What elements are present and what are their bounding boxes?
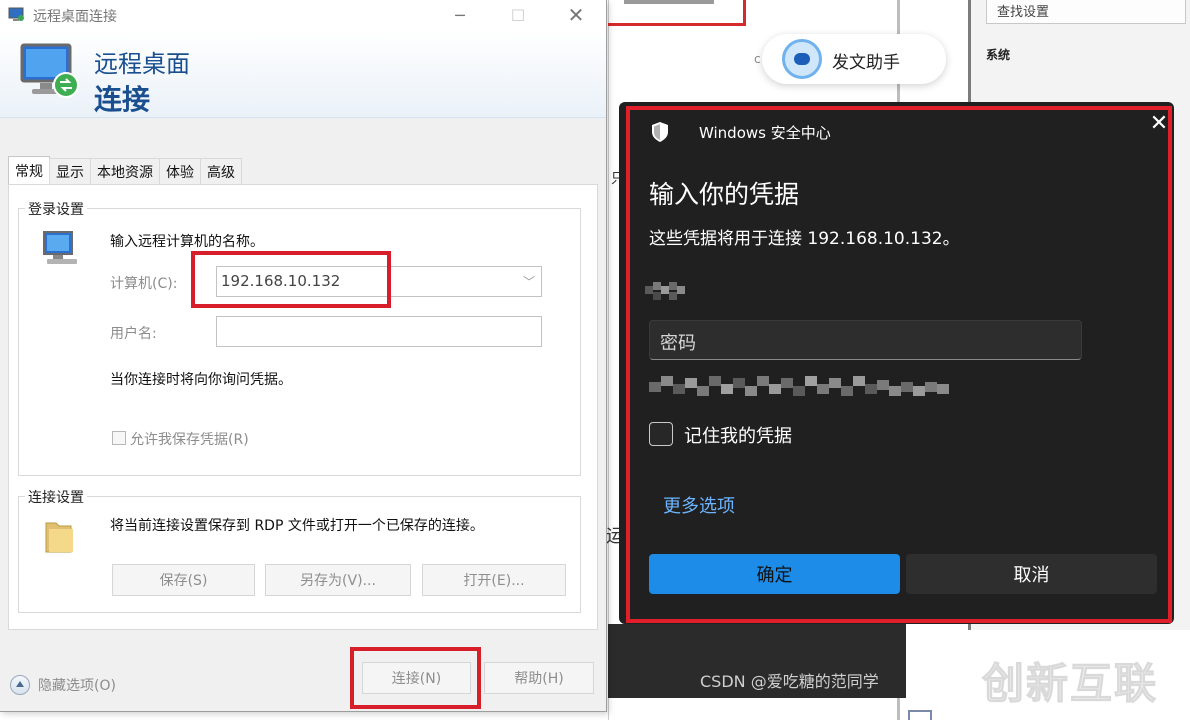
computer-label: 计算机(C): bbox=[110, 276, 178, 292]
ok-button[interactable]: 确定 bbox=[649, 554, 900, 594]
assistant-label: 发文助手 bbox=[832, 53, 900, 73]
credentials-note: 当你连接时将向你询问凭据。 bbox=[110, 372, 292, 388]
login-hint: 输入远程计算机的名称。 bbox=[110, 234, 264, 250]
rdp-tabs: 常规 显示 本地资源 体验 高级 bbox=[8, 156, 242, 184]
close-button[interactable]: ✕ bbox=[553, 0, 599, 30]
username-label: 用户名: bbox=[110, 326, 157, 342]
more-options-link[interactable]: 更多选项 bbox=[663, 492, 735, 518]
help-button[interactable]: 帮助(H) bbox=[484, 662, 594, 694]
remember-credentials-label: 记住我的凭据 bbox=[684, 426, 792, 447]
login-settings-group: 登录设置 输入远程计算机的名称。 计算机(C): 192.168.10.132 … bbox=[18, 199, 581, 476]
save-as-button[interactable]: 另存为(V)... bbox=[265, 564, 411, 596]
security-app-name: Windows 安全中心 bbox=[699, 124, 831, 142]
login-settings-title: 登录设置 bbox=[25, 199, 87, 219]
minimize-button[interactable]: ─ bbox=[437, 0, 483, 30]
allow-save-credentials-checkbox[interactable] bbox=[112, 431, 126, 445]
banner-title-line1: 远程桌面 bbox=[94, 50, 190, 78]
username-field[interactable] bbox=[216, 316, 542, 347]
background-highlight-box bbox=[608, 0, 746, 26]
computer-icon bbox=[43, 231, 77, 264]
connection-hint: 将当前连接设置保存到 RDP 文件或打开一个已保存的连接。 bbox=[110, 518, 484, 534]
assistant-stray-text: c bbox=[754, 52, 761, 66]
close-icon[interactable]: ✕ bbox=[1148, 111, 1170, 136]
security-heading: 输入你的凭据 bbox=[649, 180, 800, 209]
connection-settings-group: 连接设置 将当前连接设置保存到 RDP 文件或打开一个已保存的连接。 保存(S)… bbox=[18, 487, 581, 613]
banner-title-line2: 连接 bbox=[94, 83, 151, 116]
hide-options-icon[interactable] bbox=[10, 675, 30, 695]
rdp-banner: 远程桌面 连接 bbox=[0, 30, 606, 118]
settings-search-input[interactable]: 查找设置 bbox=[986, 0, 1186, 24]
folder-icon bbox=[45, 522, 73, 553]
computer-value: 192.168.10.132 bbox=[221, 272, 341, 290]
connect-button[interactable]: 连接(N) bbox=[362, 662, 471, 694]
rdp-window-title: 远程桌面连接 bbox=[33, 9, 117, 25]
security-description: 这些凭据将用于连接 192.168.10.132。 bbox=[649, 229, 960, 249]
shield-icon bbox=[652, 122, 668, 142]
redacted-domain-hint bbox=[649, 376, 949, 396]
redacted-username bbox=[645, 282, 685, 300]
tab-general[interactable]: 常规 bbox=[8, 156, 50, 184]
open-button[interactable]: 打开(E)... bbox=[422, 564, 566, 596]
password-input[interactable]: 密码 bbox=[649, 320, 1082, 360]
settings-section-label: 系统 bbox=[986, 48, 1011, 62]
allow-save-credentials-label: 允许我保存凭据(R) bbox=[130, 432, 249, 448]
assistant-icon bbox=[782, 39, 822, 79]
hide-options-link[interactable]: 隐藏选项(O) bbox=[38, 675, 116, 695]
brand-watermark: 创新互联 bbox=[981, 659, 1159, 709]
cancel-button[interactable]: 取消 bbox=[906, 554, 1157, 594]
chevron-down-icon[interactable]: ﹀ bbox=[523, 273, 535, 290]
remember-credentials-checkbox[interactable] bbox=[649, 422, 673, 446]
grid-icon bbox=[908, 710, 932, 720]
tab-advanced[interactable]: 高级 bbox=[200, 158, 242, 184]
save-button[interactable]: 保存(S) bbox=[112, 564, 255, 596]
assistant-button[interactable]: 发文助手 bbox=[762, 34, 946, 84]
monitor-icon bbox=[20, 43, 79, 98]
maximize-button[interactable]: ☐ bbox=[495, 0, 541, 30]
background-thumbnail bbox=[624, 0, 714, 4]
csdn-watermark: CSDN @爱吃糖的范同学 bbox=[700, 672, 879, 691]
rdp-window: 远程桌面连接 ─ ☐ ✕ 远程桌面 连接 常规 显示 本地资源 体验 高级 登录… bbox=[0, 0, 607, 712]
computer-field[interactable]: 192.168.10.132 ﹀ bbox=[216, 266, 542, 297]
tab-display[interactable]: 显示 bbox=[49, 158, 91, 184]
tab-local-resources[interactable]: 本地资源 bbox=[90, 158, 160, 184]
tab-panel-general: 登录设置 输入远程计算机的名称。 计算机(C): 192.168.10.132 … bbox=[8, 184, 598, 630]
rdp-app-icon bbox=[8, 7, 24, 21]
tab-experience[interactable]: 体验 bbox=[159, 158, 201, 184]
connection-settings-title: 连接设置 bbox=[25, 487, 87, 507]
rdp-titlebar[interactable]: 远程桌面连接 ─ ☐ ✕ bbox=[0, 0, 606, 30]
